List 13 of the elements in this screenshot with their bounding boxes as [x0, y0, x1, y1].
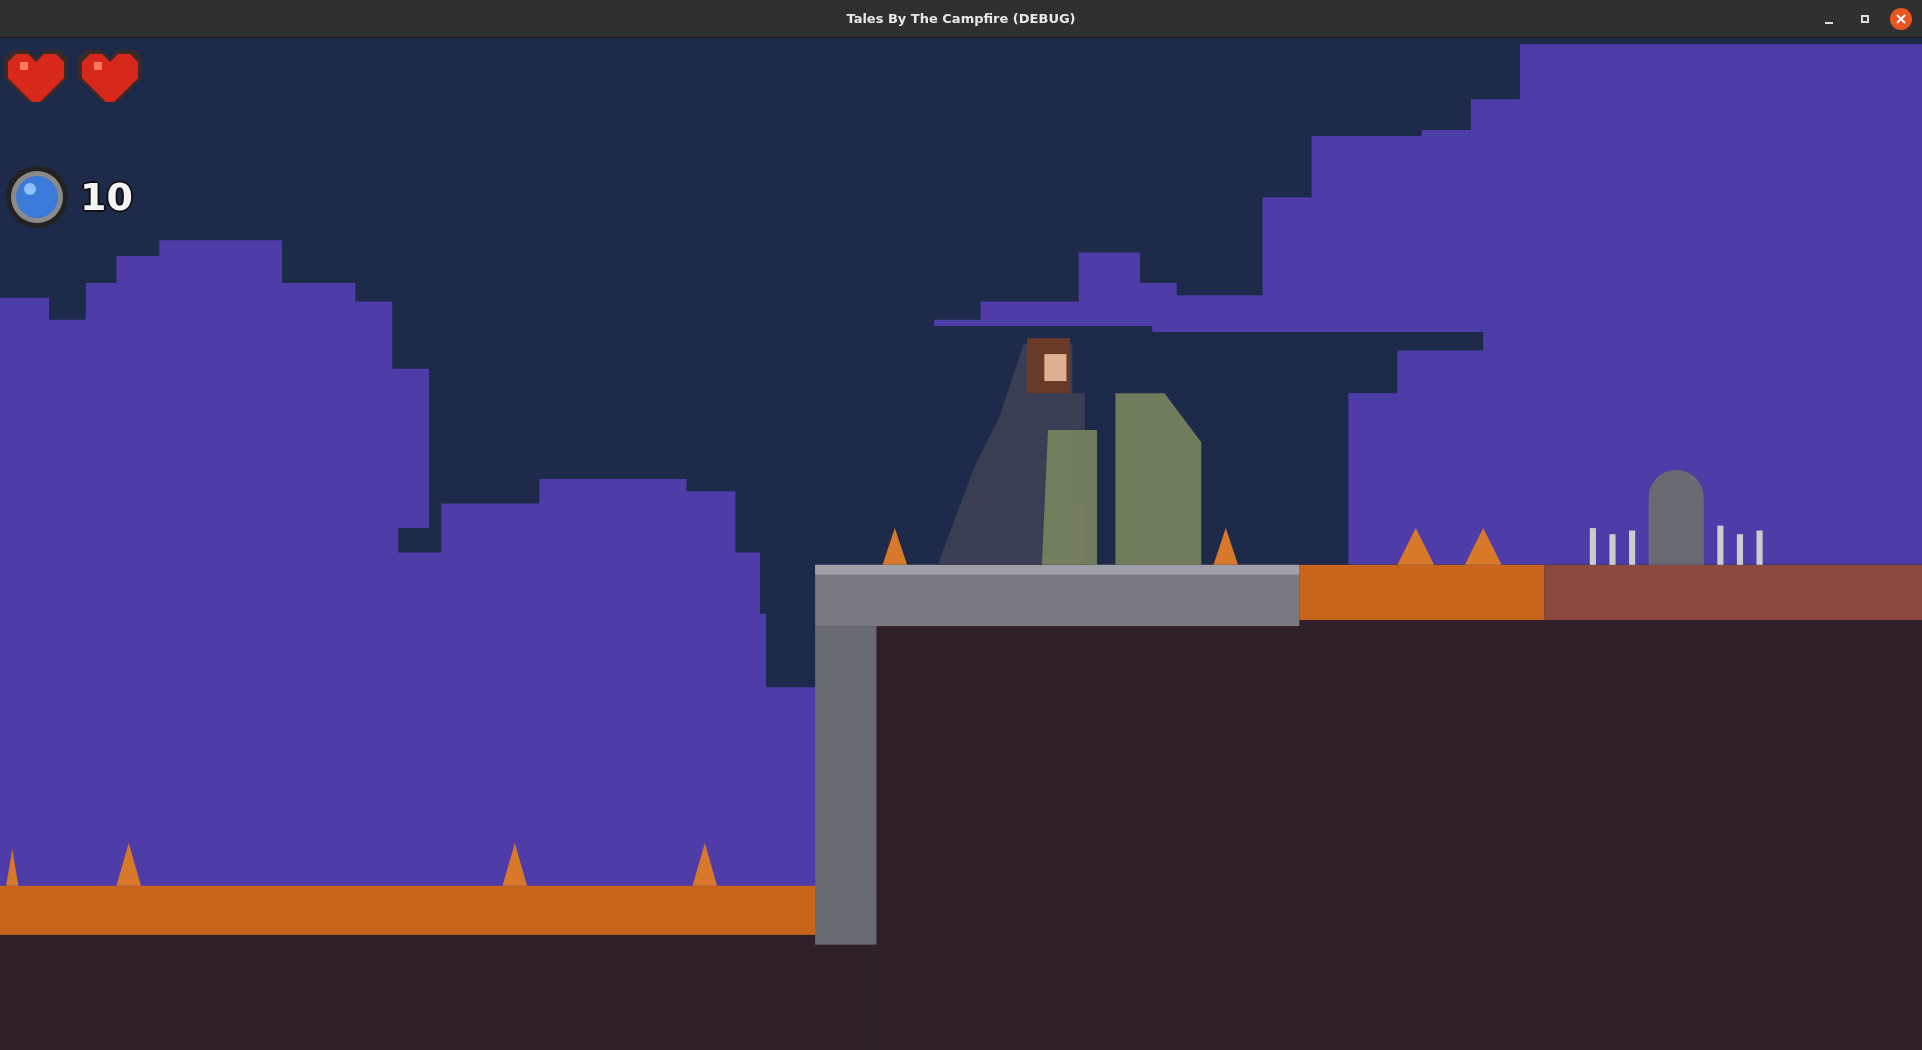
orb-count: 10 [80, 175, 133, 219]
grass-tuft-drawing [1213, 528, 1238, 565]
close-button[interactable] [1890, 7, 1912, 30]
minimize-icon [1825, 21, 1833, 24]
maximize-icon [1860, 13, 1870, 24]
grass-tuft-drawing [6, 849, 19, 886]
window-title: Tales By The Campfire (DEBUG) [846, 11, 1076, 26]
grass-tuft-drawing [502, 842, 528, 886]
grass-tuft-drawing [116, 842, 141, 886]
grass-tuft-drawing [692, 842, 718, 886]
orb-icon [4, 164, 70, 230]
grass-tuft-drawing [882, 528, 908, 565]
close-icon [1896, 13, 1906, 24]
